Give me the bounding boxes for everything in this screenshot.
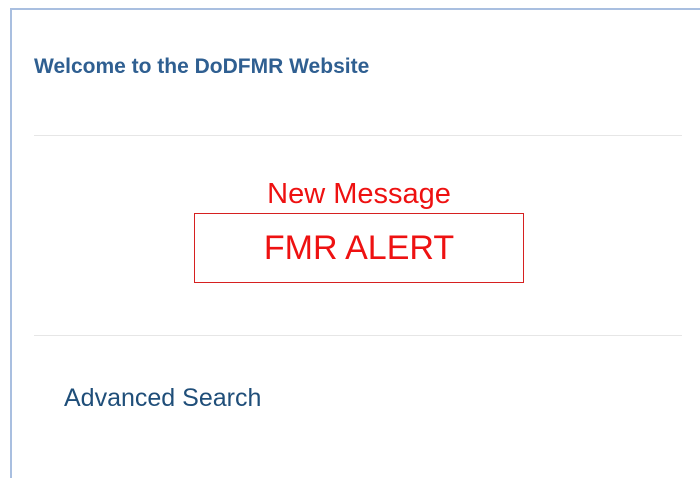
fmr-alert-label: FMR ALERT [263,229,455,267]
divider-bottom [34,335,682,336]
divider-top [34,135,682,136]
fmr-alert-button[interactable]: FMR ALERT [194,213,524,283]
page-title: Welcome to the DoDFMR Website [34,55,370,78]
advanced-search-link[interactable]: Advanced Search [64,383,261,413]
new-message-heading: New Message [267,178,451,210]
